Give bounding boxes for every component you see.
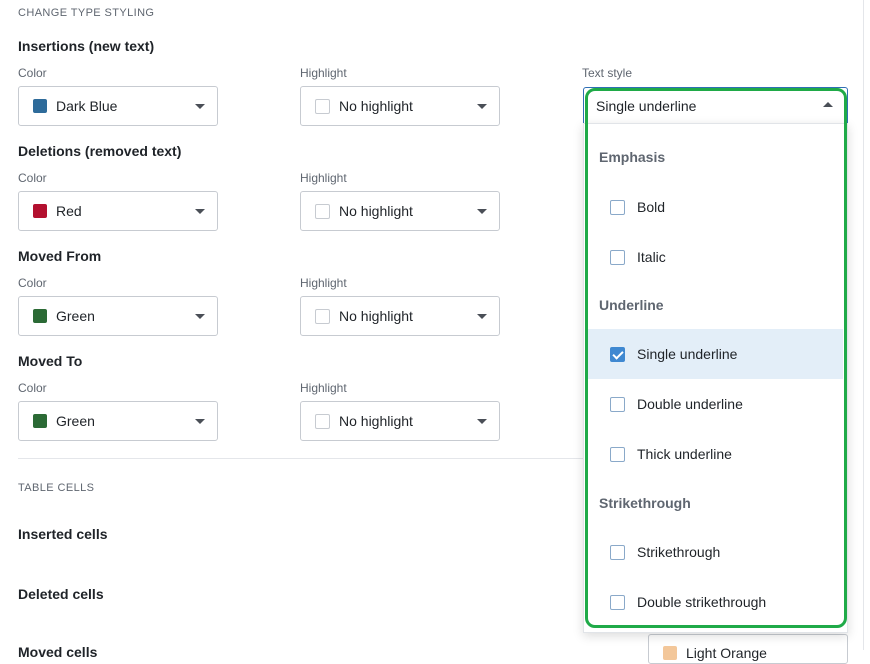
select-value: Single underline	[596, 97, 697, 114]
section-divider	[18, 458, 583, 459]
text-style-label: Text style	[582, 66, 633, 80]
chevron-up-icon	[823, 102, 833, 107]
moved-from-color-select[interactable]: Green	[18, 296, 218, 336]
select-value: No highlight	[339, 203, 413, 219]
insertions-color-select[interactable]: Dark Blue	[18, 86, 218, 126]
color-swatch	[663, 646, 677, 660]
chevron-down-icon	[477, 314, 487, 319]
dropdown-group-strikethrough: Strikethrough	[599, 495, 691, 511]
moved-from-highlight-select[interactable]: No highlight	[300, 296, 500, 336]
deletions-color-select[interactable]: Red	[18, 191, 218, 231]
highlight-label: Highlight	[300, 276, 347, 290]
checkbox-icon	[610, 396, 625, 412]
group-title-insertions: Insertions (new text)	[18, 38, 155, 54]
text-style-dropdown: Emphasis Bold Italic Underline Single un…	[583, 123, 848, 633]
option-label: Double underline	[637, 396, 743, 412]
option-label: Double strikethrough	[637, 594, 767, 610]
select-value: Green	[56, 308, 95, 324]
highlight-swatch	[315, 413, 330, 429]
checkbox-icon	[610, 199, 625, 215]
select-value: Red	[56, 203, 82, 219]
option-label: Single underline	[637, 346, 738, 362]
chevron-down-icon	[195, 104, 205, 109]
checkbox-icon	[610, 544, 625, 560]
highlight-swatch	[315, 98, 330, 114]
option-double-underline[interactable]: Double underline	[588, 379, 843, 429]
option-single-underline[interactable]: Single underline	[588, 329, 843, 379]
color-label: Color	[18, 171, 47, 185]
dropdown-group-emphasis: Emphasis	[599, 149, 666, 165]
chevron-down-icon	[477, 209, 487, 214]
option-label: Bold	[637, 199, 666, 215]
option-italic[interactable]: Italic	[588, 232, 843, 282]
select-value: No highlight	[339, 413, 413, 429]
highlight-label: Highlight	[300, 171, 347, 185]
moved-cells-color-select[interactable]: Light Orange	[648, 634, 848, 664]
deleted-cells-label: Deleted cells	[18, 586, 104, 602]
color-label: Color	[18, 381, 47, 395]
group-title-moved-to: Moved To	[18, 353, 83, 369]
chevron-down-icon	[195, 419, 205, 424]
insertions-highlight-select[interactable]: No highlight	[300, 86, 500, 126]
color-swatch	[33, 99, 47, 113]
chevron-down-icon	[195, 314, 205, 319]
chevron-down-icon	[477, 104, 487, 109]
checkbox-icon	[610, 594, 625, 610]
inserted-cells-label: Inserted cells	[18, 526, 108, 542]
color-swatch	[33, 309, 47, 323]
checkbox-icon	[610, 249, 625, 265]
option-label: Thick underline	[637, 446, 732, 462]
select-value: Dark Blue	[56, 98, 118, 114]
moved-cells-label: Moved cells	[18, 644, 98, 660]
highlight-label: Highlight	[300, 66, 347, 80]
group-title-deletions: Deletions (removed text)	[18, 143, 182, 159]
highlight-label: Highlight	[300, 381, 347, 395]
option-double-strikethrough[interactable]: Double strikethrough	[588, 577, 843, 627]
group-title-moved-from: Moved From	[18, 248, 102, 264]
select-value: Light Orange	[686, 645, 767, 661]
section-title-change-type: CHANGE TYPE STYLING	[18, 7, 155, 19]
checkbox-icon	[610, 446, 625, 462]
moved-to-highlight-select[interactable]: No highlight	[300, 401, 500, 441]
dropdown-group-underline: Underline	[599, 297, 664, 313]
highlight-swatch	[315, 203, 330, 219]
color-swatch	[33, 414, 47, 428]
highlight-swatch	[315, 308, 330, 324]
select-value: Green	[56, 413, 95, 429]
option-label: Italic	[637, 249, 666, 265]
option-bold[interactable]: Bold	[588, 182, 843, 232]
color-swatch	[33, 204, 47, 218]
option-thick-underline[interactable]: Thick underline	[588, 429, 843, 479]
moved-to-color-select[interactable]: Green	[18, 401, 218, 441]
chevron-down-icon	[477, 419, 487, 424]
section-title-table-cells: TABLE CELLS	[18, 482, 95, 494]
checkbox-checked-icon	[610, 346, 625, 362]
color-label: Color	[18, 276, 47, 290]
chevron-down-icon	[195, 209, 205, 214]
option-strikethrough[interactable]: Strikethrough	[588, 527, 843, 577]
select-value: No highlight	[339, 308, 413, 324]
color-label: Color	[18, 66, 47, 80]
text-style-select[interactable]: Single underline	[583, 87, 848, 124]
deletions-highlight-select[interactable]: No highlight	[300, 191, 500, 231]
select-value: No highlight	[339, 98, 413, 114]
option-label: Strikethrough	[637, 544, 721, 560]
